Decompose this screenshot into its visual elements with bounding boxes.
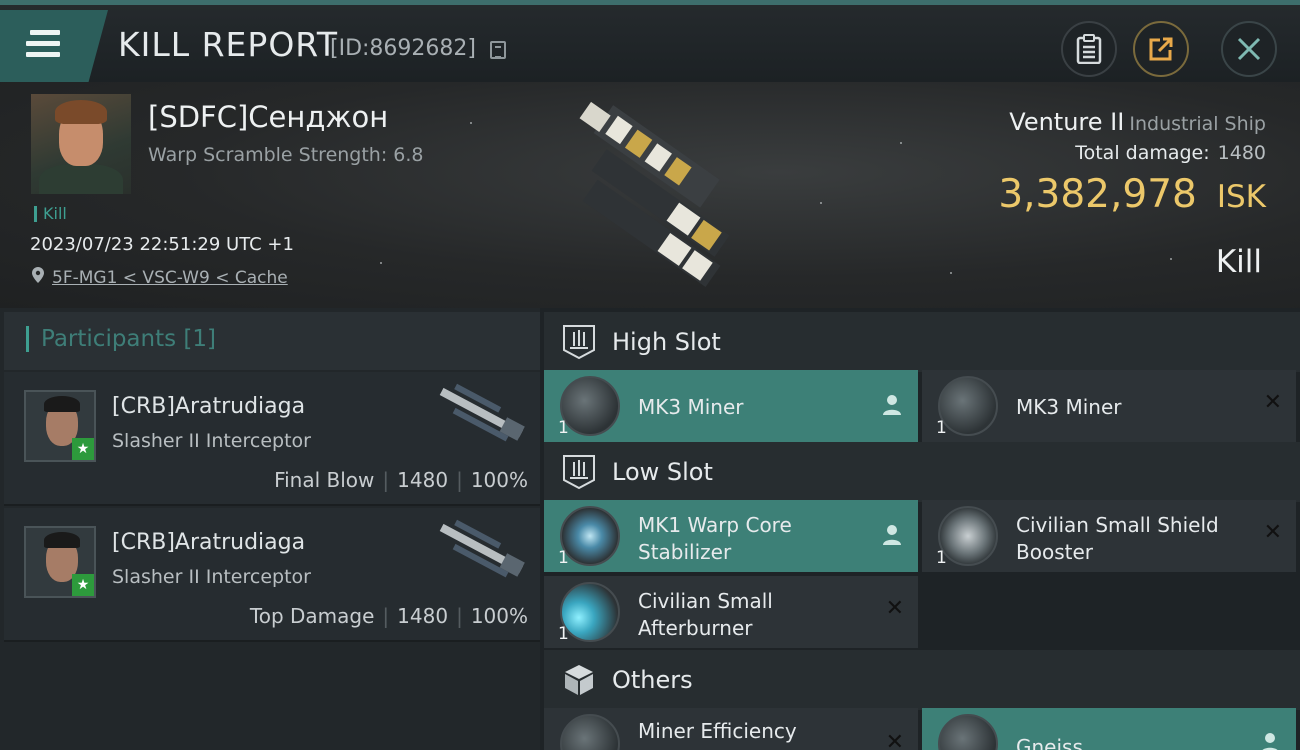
module-quantity: 1 (936, 548, 947, 568)
module-slot[interactable]: 1 MK3 Miner (544, 370, 918, 442)
module-quantity: 1 (558, 548, 569, 568)
participant-avatar[interactable]: ★ (24, 390, 96, 462)
kill-datetime: 2023/07/23 22:51:29 UTC +1 (30, 234, 294, 255)
star-badge-icon: ★ (72, 574, 94, 596)
ore-icon (938, 714, 998, 750)
copy-icon[interactable] (490, 41, 506, 59)
module-slot[interactable]: Gneiss (922, 708, 1296, 750)
participant-name: [CRB]Aratrudiaga (112, 530, 306, 555)
module-name: Miner Efficiency (638, 719, 797, 743)
page-title: KILL REPORT (118, 25, 338, 64)
victim-ship-name[interactable]: Venture II (1009, 108, 1124, 136)
participant-role: Final Blow (274, 468, 375, 492)
location-link[interactable]: 5F-MG1 < VSC-W9 < Cache (52, 268, 288, 288)
victim-ship-line: Venture II Industrial Ship (1009, 108, 1266, 136)
close-button[interactable] (1221, 21, 1277, 77)
header-bar: KILL REPORT [ID:8692682] (0, 0, 1300, 82)
menu-button[interactable] (0, 10, 108, 82)
kill-tag: Kill (34, 206, 67, 222)
destroyed-icon: ✕ (885, 596, 904, 621)
result-label: Kill (1215, 244, 1262, 280)
participant-ship: Slasher II Interceptor (112, 566, 311, 588)
star-badge-icon: ★ (72, 438, 94, 460)
victim-panel: [SDFC]Сенджон Warp Scramble Strength: 6.… (0, 82, 1300, 308)
others-header: Others (544, 650, 1300, 710)
pilot-icon (883, 525, 901, 545)
module-quantity: 1 (558, 418, 569, 438)
module-slot[interactable]: 1 Civilian Small Afterburner ✕ (544, 576, 918, 648)
participant-ship-image (439, 519, 525, 578)
participants-header: Participants [1] (4, 312, 540, 370)
participants-title: Participants [1] (26, 326, 216, 352)
module-slot[interactable]: 1 MK1 Warp Core Stabilizer (544, 500, 918, 572)
participant-name: [CRB]Aratrudiaga (112, 394, 306, 419)
clipboard-icon (1076, 34, 1102, 64)
isk-value-line: 3,382,978 ISK (998, 172, 1266, 217)
participant-percent: 100% (470, 604, 528, 628)
high-slot-icon (563, 325, 595, 360)
total-damage-label: Total damage: (1075, 142, 1210, 164)
pilot-icon (883, 395, 901, 415)
destroyed-icon: ✕ (1263, 390, 1282, 415)
shield-booster-icon (938, 506, 998, 566)
victim-ship-image (579, 101, 730, 288)
destroyed-icon: ✕ (885, 730, 904, 750)
miner-efficiency-icon (560, 714, 620, 750)
cargo-box-icon (565, 665, 593, 695)
isk-unit: ISK (1216, 179, 1266, 215)
participant-stats: Final Blow | 1480 | 100% (274, 468, 528, 492)
miner-module-icon (938, 376, 998, 436)
victim-portrait[interactable] (31, 94, 131, 194)
close-icon (1237, 37, 1261, 61)
module-slot[interactable]: 1 Civilian Small Shield Booster ✕ (922, 500, 1296, 572)
others-label: Others (612, 666, 693, 694)
participant-stats: Top Damage | 1480 | 100% (249, 604, 528, 628)
participant-damage: 1480 (397, 604, 449, 628)
miner-module-icon (560, 376, 620, 436)
report-id: [ID:8692682] (330, 36, 476, 61)
participant-row[interactable]: ★ [CRB]Aratrudiaga Slasher II Intercepto… (4, 508, 540, 642)
participant-percent: 100% (470, 468, 528, 492)
module-name: MK3 Miner (638, 395, 744, 419)
afterburner-icon (560, 582, 620, 642)
module-name: Civilian Small Shield Booster (1016, 513, 1219, 564)
victim-name[interactable]: [SDFC]Сенджон (148, 100, 388, 134)
warp-scramble-strength: Warp Scramble Strength: 6.8 (148, 144, 424, 166)
fitting-panel: High Slot 1 MK3 Miner 1 MK3 Miner ✕ Low … (540, 308, 1300, 750)
high-slot-label: High Slot (612, 328, 721, 356)
pilot-icon (1262, 733, 1278, 750)
clipboard-button[interactable] (1061, 21, 1117, 77)
module-name: Civilian Small Afterburner (638, 589, 773, 640)
participant-role: Top Damage (249, 604, 375, 628)
participant-row[interactable]: ★ [CRB]Aratrudiaga Slasher II Intercepto… (4, 372, 540, 506)
high-slot-header: High Slot (544, 312, 1300, 372)
participant-avatar[interactable]: ★ (24, 526, 96, 598)
module-quantity: 1 (936, 418, 947, 438)
hamburger-icon (26, 30, 60, 63)
share-button[interactable] (1133, 21, 1189, 77)
victim-ship-class: Industrial Ship (1129, 113, 1266, 135)
module-quantity: 1 (558, 624, 569, 644)
module-slot[interactable]: Miner Efficiency ✕ (544, 708, 918, 750)
participant-damage: 1480 (397, 468, 449, 492)
isk-value: 3,382,978 (998, 172, 1197, 217)
module-slot[interactable]: 1 MK3 Miner ✕ (922, 370, 1296, 442)
low-slot-icon (563, 455, 595, 490)
total-damage-value: 1480 (1217, 142, 1266, 164)
total-damage: Total damage: 1480 (1075, 142, 1266, 164)
share-icon (1149, 37, 1173, 61)
low-slot-header: Low Slot (544, 442, 1300, 502)
module-name: Gneiss (1016, 735, 1083, 750)
module-name: MK1 Warp Core Stabilizer (638, 513, 792, 564)
module-name: MK3 Miner (1016, 395, 1122, 419)
participants-panel: Participants [1] ★ [CRB]Aratrudiaga Slas… (0, 308, 540, 750)
destroyed-icon: ✕ (1263, 520, 1282, 545)
warp-core-stabilizer-icon (560, 506, 620, 566)
participant-ship-image (439, 383, 525, 442)
participant-ship: Slasher II Interceptor (112, 430, 311, 452)
location-pin-icon (32, 267, 44, 283)
low-slot-label: Low Slot (612, 458, 713, 486)
